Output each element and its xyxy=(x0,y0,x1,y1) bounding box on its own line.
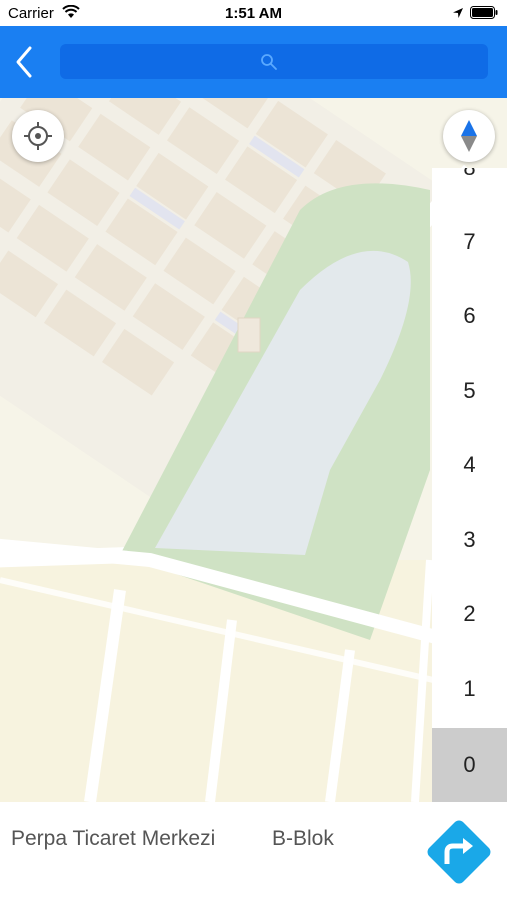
map-view[interactable] xyxy=(0,98,507,802)
map-canvas xyxy=(0,98,507,802)
block-name: B-Blok xyxy=(272,827,334,850)
compass-icon xyxy=(461,120,477,152)
floor-item-6[interactable]: 6 xyxy=(432,279,507,353)
floor-item-0[interactable]: 0 xyxy=(432,728,507,802)
navigation-bar xyxy=(0,26,507,98)
floor-item-3[interactable]: 3 xyxy=(432,503,507,577)
search-input[interactable] xyxy=(60,44,488,79)
clock: 1:51 AM xyxy=(225,5,282,22)
floor-item-2[interactable]: 2 xyxy=(432,577,507,651)
search-icon xyxy=(260,53,278,76)
floor-selector[interactable]: 8 7 6 5 4 3 2 1 0 xyxy=(432,168,507,802)
chevron-left-icon xyxy=(16,46,32,78)
crosshair-icon xyxy=(24,122,52,150)
status-bar: Carrier 1:51 AM xyxy=(0,0,507,26)
location-arrow-icon xyxy=(452,6,464,24)
back-button[interactable] xyxy=(10,42,40,82)
compass-button[interactable] xyxy=(443,110,495,162)
battery-icon xyxy=(470,6,498,24)
locate-me-button[interactable] xyxy=(12,110,64,162)
place-name: Perpa Ticaret Merkezi xyxy=(11,827,216,850)
floor-item-7[interactable]: 7 xyxy=(432,205,507,279)
floor-item-8[interactable]: 8 xyxy=(432,168,507,205)
directions-button[interactable] xyxy=(421,814,497,890)
floor-item-5[interactable]: 5 xyxy=(432,354,507,428)
floor-item-4[interactable]: 4 xyxy=(432,428,507,502)
floor-item-1[interactable]: 1 xyxy=(432,652,507,726)
directions-icon xyxy=(427,820,491,884)
place-info-bar: Perpa Ticaret Merkezi B-Blok xyxy=(0,802,507,900)
